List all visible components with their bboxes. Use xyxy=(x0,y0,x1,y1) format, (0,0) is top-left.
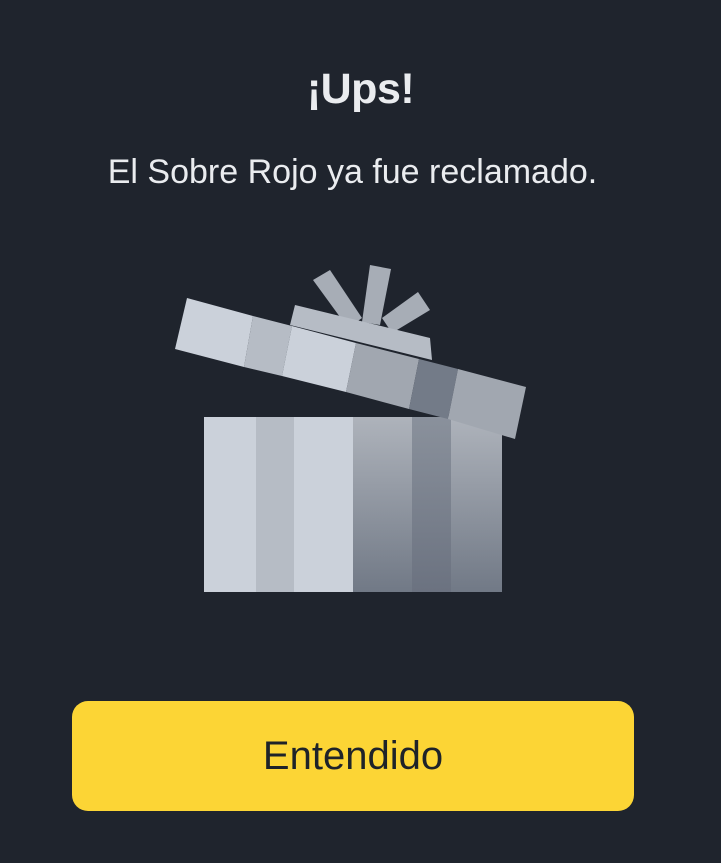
open-gift-box-icon xyxy=(150,250,550,610)
claimed-dialog: ¡Ups! El Sobre Rojo ya fue reclamado. En… xyxy=(0,0,721,863)
dialog-title: ¡Ups! xyxy=(306,65,415,113)
understood-button[interactable]: Entendido xyxy=(72,701,634,811)
dialog-message: El Sobre Rojo ya fue reclamado. xyxy=(107,153,598,191)
